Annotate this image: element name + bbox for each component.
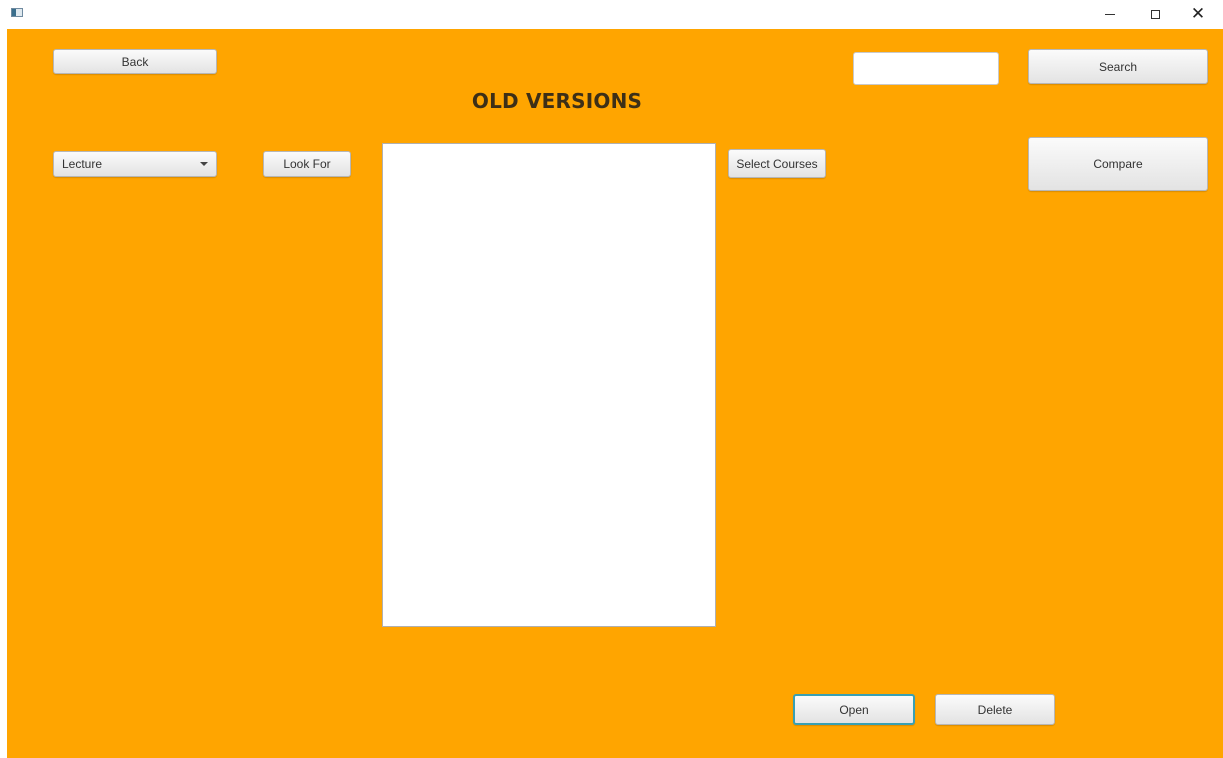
app-window-icon <box>11 8 23 17</box>
open-button[interactable]: Open <box>793 694 915 725</box>
search-button[interactable]: Search <box>1028 49 1208 84</box>
search-input[interactable] <box>853 52 999 85</box>
application-window: ✕ Back Search OLD VERSIONS Lecture Look … <box>0 0 1223 758</box>
compare-button[interactable]: Compare <box>1028 137 1208 191</box>
minimize-icon <box>1105 14 1115 15</box>
select-courses-button[interactable]: Select Courses <box>728 149 826 178</box>
main-panel: Back Search OLD VERSIONS Lecture Look Fo… <box>7 29 1223 758</box>
maximize-icon <box>1150 10 1160 19</box>
chevron-down-icon[interactable] <box>200 162 208 166</box>
combo-selected-value: Lecture <box>62 157 103 171</box>
minimize-button[interactable] <box>1090 0 1130 29</box>
back-button[interactable]: Back <box>53 49 217 74</box>
maximize-button[interactable] <box>1135 0 1175 29</box>
close-icon: ✕ <box>1190 4 1206 24</box>
look-for-button[interactable]: Look For <box>263 151 351 177</box>
page-title: OLD VERSIONS <box>471 89 643 113</box>
type-combo-box[interactable]: Lecture <box>53 151 217 177</box>
delete-button[interactable]: Delete <box>935 694 1055 725</box>
title-bar[interactable]: ✕ <box>0 0 1223 29</box>
versions-list[interactable] <box>382 143 716 627</box>
close-window-button[interactable]: ✕ <box>1178 0 1218 29</box>
